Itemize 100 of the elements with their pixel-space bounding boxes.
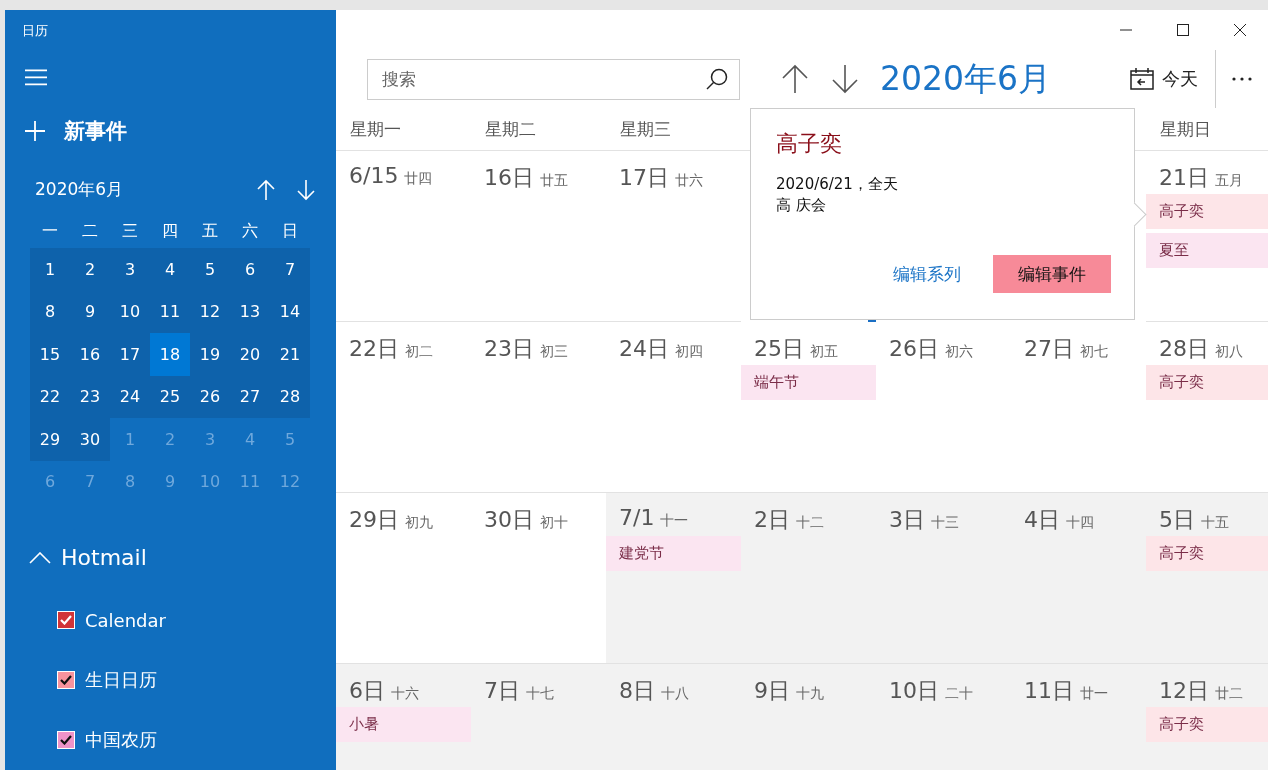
mini-calendar-day[interactable]: 24 xyxy=(110,375,150,418)
mini-calendar-day[interactable]: 17 xyxy=(110,333,150,376)
mini-calendar-day[interactable]: 1 xyxy=(30,248,70,291)
day-cell[interactable]: 4日 十四 xyxy=(1011,493,1146,664)
day-number: 27日 xyxy=(1024,335,1074,363)
day-number: 25日 xyxy=(754,335,804,363)
calendar-name: Calendar xyxy=(85,609,166,631)
mini-calendar-day[interactable]: 12 xyxy=(190,290,230,333)
mini-calendar-day[interactable]: 19 xyxy=(190,333,230,376)
mini-calendar-day[interactable]: 8 xyxy=(30,290,70,333)
arrow-up-icon xyxy=(782,64,808,94)
mini-calendar-day[interactable]: 2 xyxy=(70,248,110,291)
lunar-date: 十九 xyxy=(796,685,824,703)
previous-button[interactable] xyxy=(782,64,808,94)
day-number: 26日 xyxy=(889,335,939,363)
mini-calendar-day[interactable]: 21 xyxy=(270,333,310,376)
mini-calendar-day[interactable]: 23 xyxy=(70,375,110,418)
event-chip[interactable]: 高子奕 xyxy=(1146,194,1268,229)
mini-calendar-day[interactable]: 6 xyxy=(230,248,270,291)
mini-calendar-title[interactable]: 2020年6月 xyxy=(35,178,239,202)
day-cell[interactable]: 12日 廿二 高子奕 xyxy=(1146,664,1268,770)
mini-calendar-day[interactable]: 14 xyxy=(270,290,310,333)
search-icon[interactable] xyxy=(706,67,728,90)
event-chip[interactable]: 高子奕 xyxy=(1146,365,1268,400)
mini-calendar-day[interactable]: 4 xyxy=(150,248,190,291)
day-number: 30日 xyxy=(484,506,534,534)
day-number: 8日 xyxy=(619,677,655,705)
mini-calendar-day[interactable]: 13 xyxy=(230,290,270,333)
new-event-button[interactable]: 新事件 xyxy=(24,117,127,146)
today-button[interactable]: 今天 xyxy=(1130,67,1198,91)
day-number: 6日 xyxy=(349,677,385,705)
day-cell[interactable]: 10日 二十 xyxy=(876,664,1011,770)
close-icon xyxy=(1233,24,1246,36)
day-cell[interactable]: 5日 十五 高子奕 xyxy=(1146,493,1268,664)
mini-calendar-day[interactable]: 26 xyxy=(190,375,230,418)
mini-calendar-day[interactable]: 22 xyxy=(30,375,70,418)
event-chip[interactable]: 高子奕 xyxy=(1146,707,1268,742)
edit-event-button[interactable]: 编辑事件 xyxy=(993,255,1111,293)
plus-icon xyxy=(24,120,46,143)
lunar-date: 二十 xyxy=(945,685,973,703)
event-chip[interactable]: 端午节 xyxy=(741,365,876,400)
edit-series-link[interactable]: 编辑系列 xyxy=(893,262,961,286)
day-number: 12日 xyxy=(1159,677,1209,705)
mini-calendar-day[interactable]: 27 xyxy=(230,375,270,418)
more-button[interactable] xyxy=(1232,77,1252,81)
day-number: 23日 xyxy=(484,335,534,363)
lunar-date: 十四 xyxy=(1066,514,1094,532)
mini-calendar-day[interactable]: 20 xyxy=(230,333,270,376)
mini-calendar-day[interactable]: 25 xyxy=(150,375,190,418)
mini-calendar-day[interactable]: 7 xyxy=(270,248,310,291)
mini-calendar-day[interactable]: 3 xyxy=(110,248,150,291)
mini-calendar-day[interactable]: 29 xyxy=(30,418,70,461)
mini-calendar-day[interactable]: 15 xyxy=(30,333,70,376)
mini-calendar-day[interactable]: 5 xyxy=(190,248,230,291)
checkbox[interactable] xyxy=(57,671,75,689)
event-chip[interactable]: 夏至 xyxy=(1146,233,1268,268)
lunar-date: 初三 xyxy=(540,343,568,361)
mini-calendar-day[interactable]: 28 xyxy=(270,375,310,418)
lunar-date: 十八 xyxy=(661,685,689,703)
weekday-header: 星期二 xyxy=(484,118,537,141)
mini-calendar-day[interactable]: 30 xyxy=(70,418,110,461)
day-cell[interactable]: 6日 十六 小暑 xyxy=(336,664,471,770)
checkbox[interactable] xyxy=(57,731,75,749)
mini-calendar-day[interactable]: 18 xyxy=(150,333,190,376)
lunar-date: 廿四 xyxy=(404,170,433,188)
day-cell[interactable]: 3日 十三 xyxy=(876,493,1011,664)
weekday-label: 二 xyxy=(81,220,99,242)
event-chip[interactable]: 高子奕 xyxy=(1146,536,1268,571)
previous-month-button[interactable] xyxy=(257,178,275,201)
account-header[interactable]: Hotmail xyxy=(29,545,147,570)
event-chip[interactable]: 建党节 xyxy=(606,536,741,571)
lunar-date: 十一 xyxy=(660,512,689,530)
weekday-label: 日 xyxy=(281,220,299,242)
lunar-date: 十五 xyxy=(1201,514,1229,532)
day-cell[interactable]: 2日 十二 xyxy=(741,493,876,664)
lunar-date: 廿五 xyxy=(540,172,568,190)
day-number: 3日 xyxy=(889,506,925,534)
day-number: 2日 xyxy=(754,506,790,534)
next-button[interactable] xyxy=(832,64,858,94)
mini-calendar-day[interactable]: 16 xyxy=(70,333,110,376)
minimize-icon xyxy=(1119,29,1132,31)
mini-calendar-day[interactable]: 10 xyxy=(110,290,150,333)
search-field[interactable]: 搜索 xyxy=(367,58,740,100)
lunar-date: 十六 xyxy=(391,685,419,703)
next-month-button[interactable] xyxy=(297,178,315,201)
lunar-date: 十七 xyxy=(526,685,554,703)
day-cell[interactable]: 7日 十七 xyxy=(471,664,606,770)
day-number: 21日 xyxy=(1159,164,1209,192)
day-cell[interactable]: 7/1 十一 建党节 xyxy=(606,493,741,664)
mini-calendar-day[interactable]: 9 xyxy=(70,290,110,333)
checkbox[interactable] xyxy=(57,611,75,629)
weekday-header: 星期日 xyxy=(1159,118,1212,141)
day-cell[interactable]: 9日 十九 xyxy=(741,664,876,770)
event-time: 2020/6/21，全天 xyxy=(776,175,898,194)
day-cell[interactable]: 8日 十八 xyxy=(606,664,741,770)
day-cell[interactable]: 11日 廿一 xyxy=(1011,664,1146,770)
event-chip[interactable]: 小暑 xyxy=(336,707,471,742)
mini-calendar-day[interactable]: 11 xyxy=(150,290,190,333)
calendar-icon xyxy=(1130,68,1154,90)
weekday-header: 星期三 xyxy=(619,118,672,141)
